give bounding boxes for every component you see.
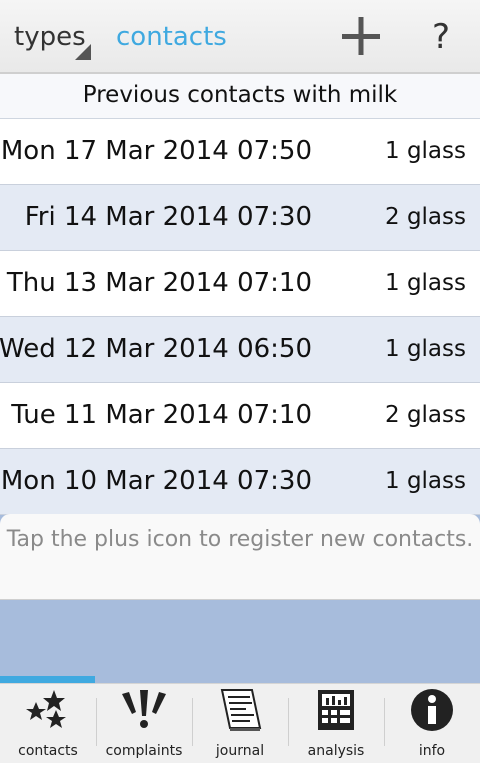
chart-icon [318, 690, 354, 730]
selected-tab-indicator [0, 676, 95, 683]
contact-datetime: Mon 17 Mar 2014 07:50 [0, 136, 312, 166]
help-button[interactable]: ? [408, 6, 474, 66]
list-item[interactable]: Mon 17 Mar 2014 07:50 1 glass [0, 119, 480, 185]
contact-datetime: Mon 10 Mar 2014 07:30 [0, 466, 312, 496]
stars-icon [26, 690, 66, 728]
list-header: Previous contacts with milk [0, 74, 480, 119]
add-contact-button[interactable] [326, 6, 396, 66]
types-spinner[interactable]: types [0, 0, 96, 72]
nav-journal[interactable]: journal [192, 684, 288, 763]
contact-datetime: Fri 14 Mar 2014 07:30 [24, 202, 312, 232]
nav-label: analysis [307, 743, 365, 759]
plus-icon [342, 17, 380, 55]
dropdown-corner-icon [75, 44, 91, 60]
contact-amount: 1 glass [385, 138, 466, 164]
nav-analysis[interactable]: analysis [288, 684, 384, 763]
contact-amount: 2 glass [385, 204, 466, 230]
list-item[interactable]: Mon 10 Mar 2014 07:30 1 glass [0, 449, 480, 515]
empty-hint: Tap the plus icon to register new contac… [0, 514, 480, 600]
contacts-tab[interactable]: contacts [116, 0, 227, 72]
nav-info[interactable]: info [384, 684, 480, 763]
list-item[interactable]: Thu 13 Mar 2014 07:10 1 glass [0, 251, 480, 317]
nav-label: info [418, 743, 446, 759]
exclamation-icon [122, 690, 166, 728]
journal-icon [220, 689, 262, 731]
nav-complaints[interactable]: complaints [96, 684, 192, 763]
contact-datetime: Wed 12 Mar 2014 06:50 [0, 334, 312, 364]
contact-datetime: Tue 11 Mar 2014 07:10 [11, 400, 312, 430]
list-item[interactable]: Tue 11 Mar 2014 07:10 2 glass [0, 383, 480, 449]
list-item[interactable]: Fri 14 Mar 2014 07:30 2 glass [0, 185, 480, 251]
nav-label: complaints [105, 743, 183, 759]
contacts-list: Mon 17 Mar 2014 07:50 1 glass Fri 14 Mar… [0, 119, 480, 515]
nav-label: journal [215, 743, 265, 759]
contact-amount: 2 glass [385, 402, 466, 428]
contact-datetime: Thu 13 Mar 2014 07:10 [6, 268, 312, 298]
contact-amount: 1 glass [385, 270, 466, 296]
nav-contacts[interactable]: contacts [0, 684, 96, 763]
contact-amount: 1 glass [385, 468, 466, 494]
list-item[interactable]: Wed 12 Mar 2014 06:50 1 glass [0, 317, 480, 383]
action-bar: types contacts ? [0, 0, 480, 74]
bottom-nav: contacts complaints journal analysis inf… [0, 683, 480, 763]
contact-amount: 1 glass [385, 336, 466, 362]
info-icon [411, 689, 453, 731]
nav-label: contacts [18, 743, 78, 759]
